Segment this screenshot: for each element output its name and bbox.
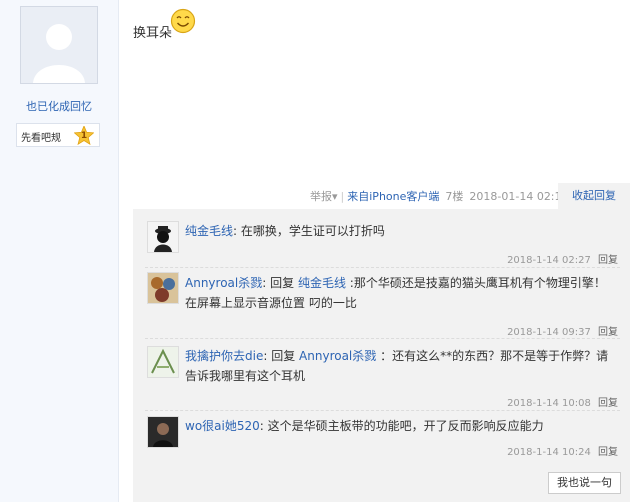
report-button[interactable]: 举报▾ [310,190,338,203]
reply-list: 纯金毛线: 在哪换，学生证可以打折吗 2018-1-14 02:27 回复 An… [133,209,630,502]
reply-author[interactable]: 我擒护你去die [185,349,263,363]
reply-avatar[interactable] [147,272,179,304]
collapse-replies-button[interactable]: 收起回复 [558,183,630,209]
level-number: 1 [80,131,88,141]
reply-author[interactable]: 纯金毛线 [185,224,233,238]
reply-footer: 2018-1-14 10:08 回复 [507,394,618,409]
reply-prefix: 回复 [271,349,296,363]
reply-content: 纯金毛线: 在哪换，学生证可以打折吗 [185,224,385,238]
level-badge-icon: 1 [73,124,95,146]
author-name[interactable]: 也已化成回忆 [0,98,118,114]
reply-time: 2018-1-14 10:24 [507,447,591,458]
reply-footer: 2018-1-14 02:27 回复 [507,251,618,266]
reply-avatar[interactable] [147,221,179,253]
reply-mention[interactable]: Annyroal杀戮 [299,349,376,363]
post-meta-bar: 举报▾ | 来自iPhone客户端 7楼 2018-01-14 02:18 [310,190,569,203]
floor-number: 7楼 [445,190,464,203]
reply-button[interactable]: 回复 [598,398,618,409]
level-label: 先看吧规 [21,133,61,144]
reply-content: Annyroal杀戮: 回复 纯金毛线 :那个华硕还是技嘉的猫头鹰耳机有个物理引… [185,276,606,310]
divider [145,410,620,411]
reply-footer: 2018-1-14 09:37 回复 [507,323,618,338]
reply-content: 我擒护你去die: 回复 Annyroal杀戮 ：还有这么**的东西？那不是等于… [185,349,609,383]
reply-button[interactable]: 回复 [598,327,618,338]
reply-avatar[interactable] [147,416,179,448]
level-badge[interactable]: 先看吧规 1 [16,123,100,147]
reply-time: 2018-1-14 10:08 [507,398,591,409]
dropdown-arrow-icon: ▾ [332,190,338,203]
reply-text: 这个是华硕主板带的功能吧，开了反而影响反应能力 [267,419,544,433]
list-item: 我擒护你去die: 回复 Annyroal杀戮 ：还有这么**的东西？那不是等于… [145,340,620,409]
list-item: Annyroal杀戮: 回复 纯金毛线 :那个华硕还是技嘉的猫头鹰耳机有个物理引… [145,269,620,339]
reply-text: 在哪换，学生证可以打折吗 [240,224,385,238]
divider [145,267,620,268]
smiley-icon [170,8,196,34]
author-sidebar: 也已化成回忆 先看吧规 1 [0,0,119,502]
reply-mention[interactable]: 纯金毛线 [298,276,346,290]
reply-author[interactable]: Annyroal杀戮 [185,276,262,290]
reply-time: 2018-1-14 09:37 [507,327,591,338]
list-item: 纯金毛线: 在哪换，学生证可以打折吗 2018-1-14 02:27 回复 [145,217,620,267]
reply-avatar[interactable] [147,346,179,378]
author-avatar[interactable] [20,6,98,84]
reply-author[interactable]: wo很ai她520 [185,419,260,433]
reply-time: 2018-1-14 02:27 [507,255,591,266]
post-datetime: 2018-01-14 02:18 [469,190,569,203]
default-avatar-icon [21,7,97,83]
divider [145,338,620,339]
reply-button[interactable]: 回复 [598,255,618,266]
post-text: 换耳朵 [133,26,173,41]
add-reply-button[interactable]: 我也说一句 [548,472,621,494]
source-link[interactable]: 来自iPhone客户端 [347,190,439,203]
reply-prefix: 回复 [270,276,295,290]
reply-footer: 2018-1-14 10:24 回复 [507,443,618,458]
reply-button[interactable]: 回复 [598,447,618,458]
list-item: wo很ai她520: 这个是华硕主板带的功能吧，开了反而影响反应能力 2018-… [145,413,620,461]
reply-content: wo很ai她520: 这个是华硕主板带的功能吧，开了反而影响反应能力 [185,419,544,433]
